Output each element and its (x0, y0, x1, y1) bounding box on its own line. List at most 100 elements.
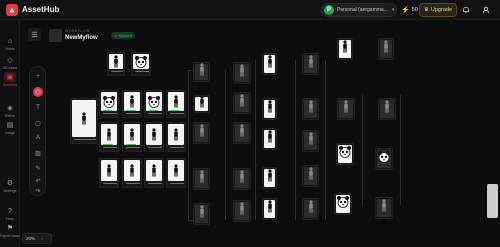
status-bar (148, 182, 162, 184)
add-node-icon[interactable]: + (33, 72, 43, 82)
connection-line (98, 118, 101, 119)
nav-item-3d-asset[interactable]: ◇ 3D Asset (0, 55, 20, 73)
asset-node[interactable] (233, 200, 251, 222)
bolt-icon: ⚡ (401, 7, 410, 14)
asset-node[interactable] (144, 90, 164, 118)
figure-icon (307, 132, 315, 150)
asset-node[interactable] (337, 38, 353, 60)
image-tool-icon[interactable]: ▨ (33, 148, 43, 158)
progress-bar (126, 143, 136, 145)
asset-node[interactable] (375, 197, 393, 219)
logo-icon[interactable] (6, 4, 18, 16)
chevron-right-icon: › (41, 235, 43, 242)
workflow-title[interactable]: NewMyflow (65, 35, 98, 41)
asset-node[interactable] (378, 98, 396, 120)
asset-node[interactable] (122, 122, 142, 152)
figure-icon (198, 63, 206, 81)
asset-node[interactable] (122, 158, 142, 188)
bell-icon[interactable] (460, 4, 472, 16)
help-icon: ? (8, 207, 12, 215)
asset-node[interactable] (334, 193, 352, 215)
generate-icon[interactable]: ⬡ (33, 87, 43, 97)
asset-node[interactable] (337, 98, 355, 120)
profile-icon[interactable] (480, 4, 492, 16)
asset-node[interactable] (233, 122, 251, 144)
asset-node[interactable] (193, 122, 210, 144)
upgrade-button[interactable]: ♛ Upgrade (419, 3, 457, 17)
text-icon[interactable]: T (33, 103, 43, 113)
asset-node[interactable] (166, 158, 186, 188)
panda-icon (336, 195, 350, 214)
connection-line (325, 60, 326, 220)
asset-node[interactable] (233, 168, 251, 190)
asset-node[interactable] (144, 122, 164, 152)
canvas-scrollbar[interactable] (487, 184, 498, 218)
box-icon[interactable]: ▢ (33, 118, 43, 128)
connection-line (400, 95, 401, 205)
asset-node[interactable] (262, 98, 277, 120)
asset-node[interactable] (193, 95, 210, 113)
asset-node[interactable] (302, 165, 319, 187)
asset-node[interactable] (375, 148, 393, 170)
asset-node[interactable] (262, 53, 277, 75)
asset-node[interactable] (302, 98, 319, 120)
nav-item-image[interactable]: ▤ Image (0, 120, 20, 138)
asset-node[interactable] (233, 92, 251, 114)
image-icon: ▤ (6, 122, 14, 129)
font-icon[interactable]: A (33, 133, 43, 143)
app-name[interactable]: AssetHub (22, 5, 59, 14)
status-bar (103, 112, 117, 114)
nav-item-workflow[interactable]: ▣ Workflow (0, 72, 20, 90)
nav-item-home[interactable]: ⌂ Home (0, 36, 20, 54)
status-bar (103, 182, 117, 184)
asset-node[interactable] (99, 158, 119, 188)
home-icon: ⌂ (7, 37, 13, 45)
asset-node[interactable] (262, 198, 277, 220)
asset-node[interactable] (302, 53, 319, 75)
asset-node[interactable] (262, 128, 277, 150)
asset-node[interactable] (193, 62, 210, 82)
refine-icon: ◈ (7, 105, 13, 112)
figure-icon (198, 205, 206, 223)
asset-node[interactable] (99, 122, 119, 152)
figure-icon (238, 202, 246, 220)
asset-node[interactable] (336, 143, 354, 165)
figure-icon (266, 130, 274, 148)
progress-bar (170, 109, 180, 111)
asset-node[interactable] (193, 168, 210, 190)
figure-icon (150, 128, 158, 146)
asset-node[interactable] (378, 38, 394, 60)
redo-icon[interactable]: ↷ (33, 186, 43, 196)
asset-node[interactable] (166, 122, 186, 152)
workflow-canvas[interactable] (52, 38, 490, 232)
menu-button[interactable]: ☰ (28, 28, 41, 41)
upgrade-label: Upgrade (430, 7, 453, 13)
asset-node[interactable] (302, 198, 319, 220)
asset-node[interactable] (193, 203, 210, 225)
asset-node[interactable] (99, 90, 119, 118)
workspace-selector[interactable]: P Personal (aergamma... ▾ (321, 3, 397, 17)
asset-node[interactable] (166, 90, 186, 118)
workspace-avatar: P (324, 5, 334, 15)
status-bar (148, 112, 162, 114)
asset-node[interactable] (144, 158, 164, 188)
asset-node[interactable] (302, 130, 319, 152)
nav-item-refine[interactable]: ◈ Refine (0, 103, 20, 121)
nav-label: Help (6, 217, 14, 221)
nav-item-settings[interactable]: ⚙ Settings (0, 178, 20, 196)
asset-node[interactable] (262, 167, 277, 189)
asset-node[interactable] (107, 52, 125, 76)
nav-item-help[interactable]: ? Help (0, 206, 20, 224)
chat-icon[interactable]: ✎ (33, 163, 43, 173)
asset-node[interactable] (122, 90, 142, 118)
asset-node[interactable] (70, 98, 98, 144)
nav-label: Settings (3, 189, 17, 193)
workspace-name: Personal (aergamma... (337, 7, 388, 13)
asset-node[interactable] (233, 62, 251, 84)
status-bar (103, 146, 117, 148)
asset-node[interactable] (131, 52, 151, 76)
undo-icon[interactable]: ↶ (33, 176, 43, 186)
credits-counter[interactable]: ⚡ 50 (401, 6, 418, 14)
zoom-control[interactable]: 20% › (22, 233, 52, 244)
nav-item-report-issue[interactable]: ⚑ Report Issue (0, 223, 20, 241)
